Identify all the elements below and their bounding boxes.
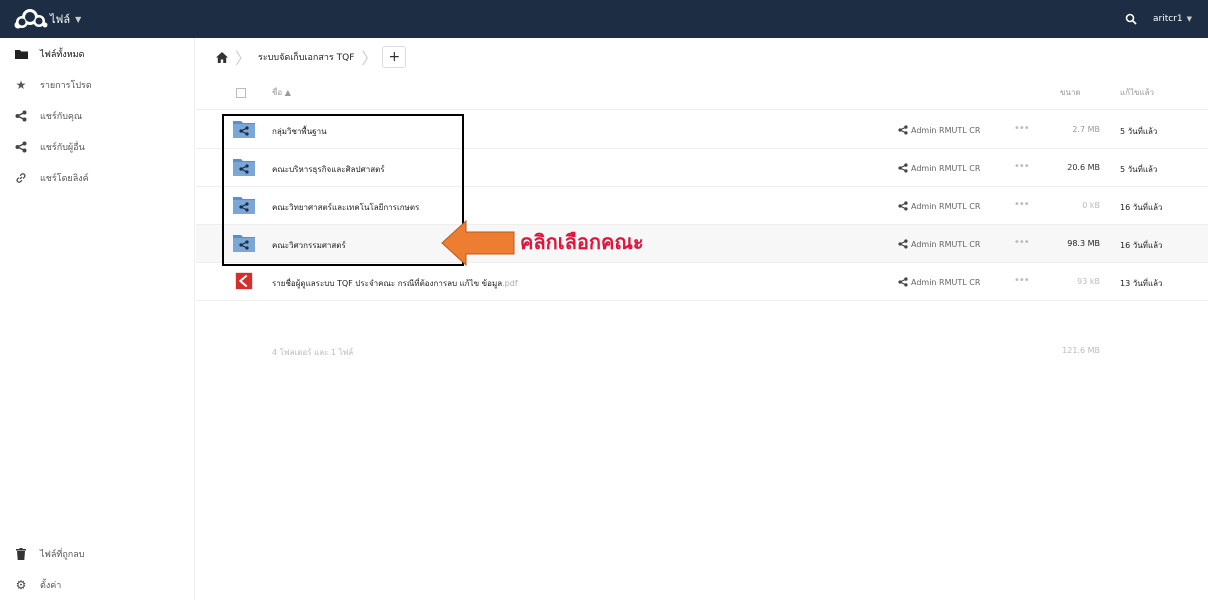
share-icon — [898, 125, 908, 135]
sidebar-item-all-files[interactable]: ไฟล์ทั้งหมด — [0, 38, 194, 69]
share-owner: Admin RMUTL CR — [911, 201, 981, 211]
file-name[interactable]: รายชื่อผู้ดูแลระบบ TQF ประจำคณะ กรณีที่ต… — [272, 277, 518, 290]
modified-column-header[interactable]: แก้ไขแล้ว — [1120, 86, 1154, 99]
user-menu[interactable]: aritcr1 ▼ — [1153, 14, 1192, 24]
sidebar-item-shared-with-others[interactable]: แชร์กับผู้อื่น — [0, 131, 194, 162]
name-column-header[interactable]: ชื่อ ▲ — [272, 86, 291, 99]
more-actions-button[interactable]: ••• — [1014, 123, 1030, 134]
file-modified: 16 วันที่แล้ว — [1120, 241, 1163, 250]
shared-folder-icon — [233, 159, 255, 176]
link-icon — [14, 171, 28, 185]
select-all-checkbox[interactable] — [236, 88, 246, 98]
plus-icon: + — [388, 49, 401, 65]
sidebar-item-label: รายการโปรด — [40, 80, 92, 91]
share-owner: Admin RMUTL CR — [911, 163, 981, 173]
file-size: 93 kB — [1077, 277, 1100, 286]
sidebar-item-settings[interactable]: ⚙ ตั้งค่า — [0, 569, 194, 600]
sidebar-item-label: ตั้งค่า — [40, 580, 62, 591]
table-row[interactable]: คณะบริหารธุรกิจและศิลปศาสตร์ Admin RMUTL… — [196, 149, 1208, 187]
home-crumb[interactable] — [206, 38, 238, 76]
share-icon — [898, 277, 908, 287]
sidebar-item-deleted-files[interactable]: ไฟล์ที่ถูกลบ — [0, 538, 194, 569]
file-size: 0 kB — [1082, 201, 1100, 210]
breadcrumb-current[interactable]: ระบบจัดเก็บเอกสาร TQF — [248, 38, 364, 76]
table-row[interactable]: รายชื่อผู้ดูแลระบบ TQF ประจำคณะ กรณีที่ต… — [196, 263, 1208, 301]
breadcrumb-separator: 〉 — [361, 49, 378, 68]
owncloud-logo[interactable] — [10, 0, 50, 38]
sidebar-item-label: แชร์โดยลิงค์ — [40, 173, 89, 184]
trash-icon — [14, 547, 28, 561]
share-icon — [14, 140, 28, 154]
share-icon — [898, 201, 908, 211]
file-size: 98.3 MB — [1067, 239, 1100, 248]
annotation-arrow-icon — [441, 219, 515, 267]
share-icon — [898, 239, 908, 249]
app-menu[interactable]: ไฟล์ ▼ — [50, 10, 81, 28]
pdf-file-icon — [235, 272, 253, 290]
sidebar-item-label: แชร์กับผู้อื่น — [40, 142, 85, 153]
shared-folder-icon — [233, 197, 255, 214]
table-row[interactable]: คณะวิศวกรรมศาสตร์ Admin RMUTL CR ••• 98.… — [196, 225, 1208, 263]
share-owner: Admin RMUTL CR — [911, 125, 981, 135]
folder-icon — [14, 47, 28, 61]
table-row[interactable]: กลุ่มวิชาพื้นฐาน Admin RMUTL CR ••• 2.7 … — [196, 111, 1208, 149]
more-actions-button[interactable]: ••• — [1014, 275, 1030, 286]
top-header: ไฟล์ ▼ aritcr1 ▼ — [0, 0, 1208, 38]
share-owner: Admin RMUTL CR — [911, 277, 981, 287]
sidebar-item-shared-with-you[interactable]: แชร์กับคุณ — [0, 100, 194, 131]
chevron-down-icon: ▼ — [75, 14, 82, 24]
file-name[interactable]: คณะบริหารธุรกิจและศิลปศาสตร์ — [272, 163, 385, 176]
shared-folder-icon — [233, 121, 255, 138]
sidebar-item-label: ไฟล์ทั้งหมด — [40, 49, 85, 60]
file-list-area: 〉 ระบบจัดเก็บเอกสาร TQF 〉 + ชื่อ ▲ ขนาด … — [196, 38, 1208, 600]
sidebar-item-favorites[interactable]: ★ รายการโปรด — [0, 69, 194, 100]
more-actions-button[interactable]: ••• — [1014, 161, 1030, 172]
breadcrumb-separator: 〉 — [235, 49, 252, 68]
user-name: aritcr1 — [1152, 14, 1183, 24]
new-button[interactable]: + — [382, 46, 407, 68]
file-extension: .pdf — [502, 279, 518, 288]
search-icon[interactable] — [1123, 11, 1139, 27]
sidebar: ไฟล์ทั้งหมด ★ รายการโปรด แชร์กับคุณ แชร์… — [0, 38, 195, 600]
file-modified: 5 วันที่แล้ว — [1120, 165, 1158, 174]
sidebar-item-label: แชร์กับคุณ — [40, 111, 83, 122]
file-modified: 13 วันที่แล้ว — [1120, 279, 1163, 288]
breadcrumb-label: ระบบจัดเก็บเอกสาร TQF — [258, 53, 355, 63]
file-modified: 5 วันที่แล้ว — [1120, 127, 1158, 136]
share-status[interactable]: Admin RMUTL CR — [898, 277, 980, 287]
summary-total-size: 121.6 MB — [1062, 346, 1100, 355]
share-status[interactable]: Admin RMUTL CR — [898, 163, 980, 173]
file-name[interactable]: คณะวิทยาศาสตร์และเทคโนโลยีการเกษตร — [272, 201, 419, 214]
more-actions-button[interactable]: ••• — [1014, 199, 1030, 210]
file-size: 2.7 MB — [1072, 125, 1100, 134]
table-header: ชื่อ ▲ ขนาด แก้ไขแล้ว — [196, 76, 1208, 110]
file-size: 20.6 MB — [1067, 163, 1100, 172]
home-icon — [216, 51, 228, 63]
summary-count: 4 โฟลเดอร์ และ 1 ไฟล์ — [272, 348, 354, 357]
table-row[interactable]: คณะวิทยาศาสตร์และเทคโนโลยีการเกษตร Admin… — [196, 187, 1208, 225]
file-modified: 16 วันที่แล้ว — [1120, 203, 1163, 212]
breadcrumb: 〉 ระบบจัดเก็บเอกสาร TQF 〉 + — [196, 38, 1208, 76]
share-status[interactable]: Admin RMUTL CR — [898, 201, 980, 211]
size-column-header[interactable]: ขนาด — [1060, 86, 1081, 99]
shared-folder-icon — [233, 235, 255, 252]
share-icon — [898, 163, 908, 173]
sidebar-item-label: ไฟล์ที่ถูกลบ — [40, 549, 85, 560]
chevron-down-icon: ▼ — [1186, 15, 1192, 23]
star-icon: ★ — [15, 77, 27, 92]
file-name[interactable]: กลุ่มวิชาพื้นฐาน — [272, 125, 327, 138]
more-actions-button[interactable]: ••• — [1014, 237, 1030, 248]
share-owner: Admin RMUTL CR — [911, 239, 981, 249]
gear-icon: ⚙ — [15, 577, 27, 592]
file-name[interactable]: คณะวิศวกรรมศาสตร์ — [272, 239, 346, 252]
file-summary: 4 โฟลเดอร์ และ 1 ไฟล์ 121.6 MB — [196, 340, 1208, 364]
sidebar-item-shared-by-link[interactable]: แชร์โดยลิงค์ — [0, 162, 194, 193]
share-status[interactable]: Admin RMUTL CR — [898, 239, 980, 249]
share-icon — [14, 109, 28, 123]
share-status[interactable]: Admin RMUTL CR — [898, 125, 980, 135]
cloud-icon — [14, 9, 48, 29]
app-name: ไฟล์ — [50, 13, 71, 26]
annotation-text: คลิกเลือกคณะ — [520, 230, 644, 254]
